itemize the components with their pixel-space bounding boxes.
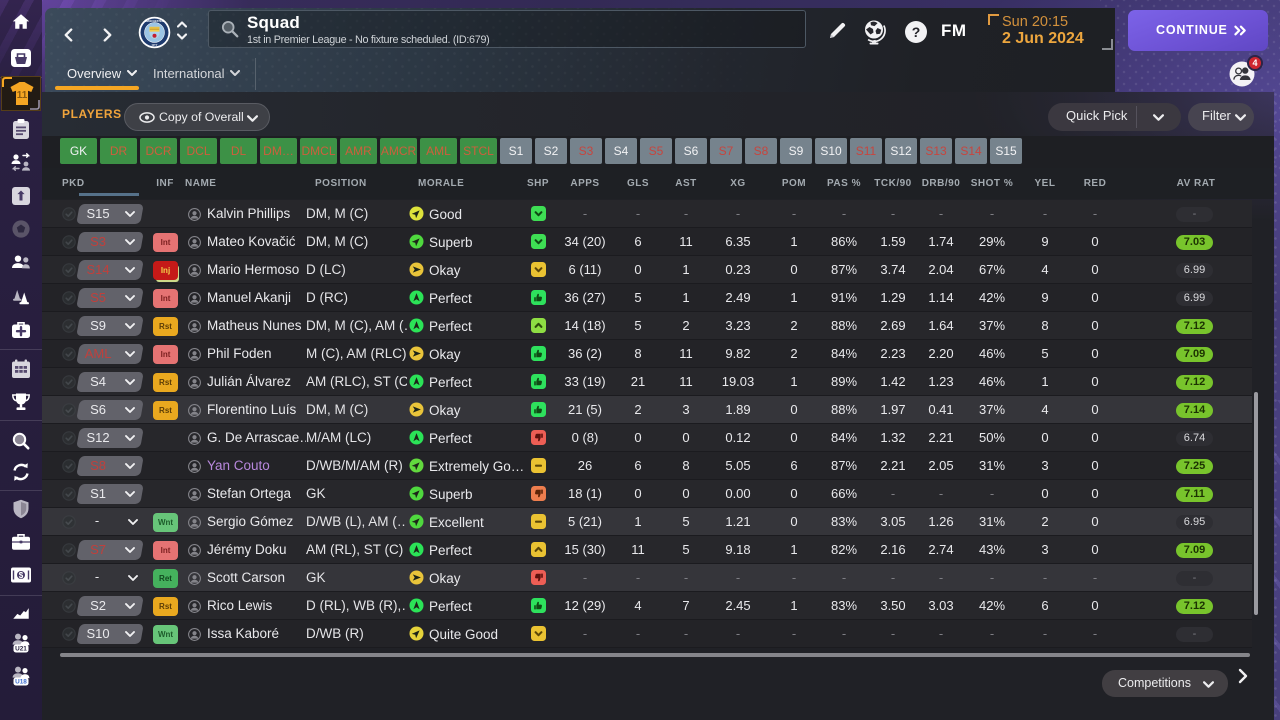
svg-text:$: $	[19, 571, 24, 580]
svg-text:CITY: CITY	[152, 43, 158, 47]
svg-text:MANCHESTER: MANCHESTER	[145, 19, 163, 23]
svg-text:U21: U21	[15, 646, 27, 653]
svg-text:?: ?	[912, 24, 921, 40]
svg-text:U18: U18	[15, 679, 27, 686]
